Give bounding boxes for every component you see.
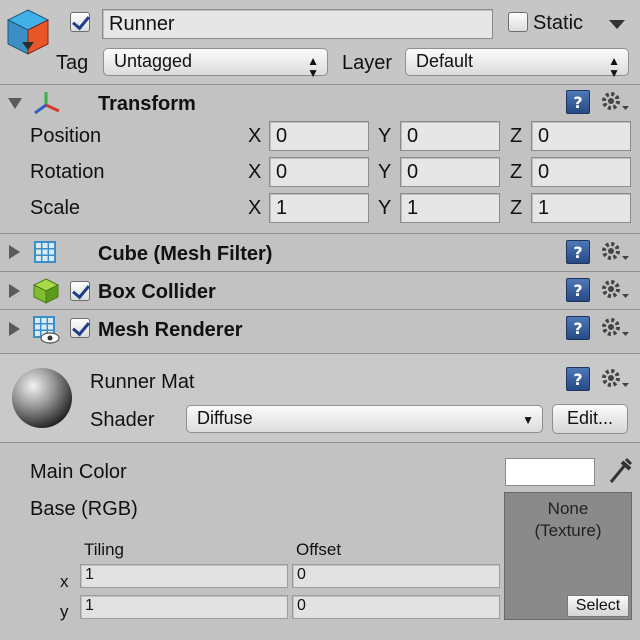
svg-text:?: ? (573, 319, 582, 338)
transform-help-icon[interactable]: ? (566, 90, 590, 114)
mesh-filter-help-icon[interactable]: ? (566, 240, 590, 264)
position-y-field[interactable]: 0 (400, 121, 500, 151)
texture-type-label: (Texture) (534, 521, 602, 540)
transform-foldout-arrow-icon[interactable] (8, 98, 22, 109)
svg-text:?: ? (573, 281, 582, 300)
divider (0, 271, 640, 272)
tiling-x-axis-label: x (60, 572, 69, 591)
mesh-filter-grid-icon (34, 241, 56, 263)
divider (0, 84, 640, 85)
shader-edit-button[interactable]: Edit... (552, 404, 628, 434)
mesh-renderer-grid-eye-icon (33, 316, 60, 344)
object-name-field[interactable]: Runner (102, 9, 493, 39)
transform-axes-icon (34, 92, 60, 115)
static-label: Static (533, 12, 584, 34)
shader-dropdown-arrow-icon: ▼ (522, 413, 534, 427)
texture-none-label: None (547, 499, 589, 518)
texture-select-button[interactable]: Select (567, 595, 629, 617)
mesh-renderer-enabled-checkbox[interactable] (70, 318, 90, 338)
svg-text:?: ? (573, 370, 582, 389)
material-preview-sphere (12, 368, 72, 428)
box-collider-cube-icon (32, 278, 60, 304)
mesh-filter-gear-icon[interactable] (600, 239, 630, 263)
tag-dropdown-arrows-icon: ▲ ▼ (307, 54, 319, 80)
main-color-swatch[interactable] (505, 458, 595, 486)
eyedropper-icon[interactable] (606, 456, 634, 486)
shader-value: Diffuse (197, 408, 253, 428)
scale-axis-y: Y (378, 197, 392, 219)
rotation-label: Rotation (30, 161, 105, 183)
position-label: Position (30, 125, 102, 147)
mesh-renderer-title[interactable]: Mesh Renderer (98, 318, 243, 342)
rotation-axis-z: Z (510, 161, 523, 183)
offset-y-field[interactable]: 0 (292, 595, 500, 619)
transform-gear-icon[interactable] (600, 89, 630, 113)
static-dropdown-arrow-icon[interactable] (608, 18, 626, 30)
tiling-x-field[interactable]: 1 (80, 564, 288, 588)
shader-dropdown[interactable]: Diffuse ▼ (186, 405, 543, 433)
main-color-label: Main Color (30, 461, 127, 483)
scale-y-field[interactable]: 1 (400, 193, 500, 223)
mesh-renderer-foldout-arrow-icon[interactable] (9, 322, 20, 336)
active-checkbox[interactable] (70, 12, 90, 32)
tiling-label: Tiling (84, 540, 124, 559)
material-help-icon[interactable]: ? (566, 367, 590, 391)
rotation-x-field[interactable]: 0 (269, 157, 369, 187)
box-collider-help-icon[interactable]: ? (566, 278, 590, 302)
mesh-renderer-help-icon[interactable]: ? (566, 316, 590, 340)
material-name: Runner Mat (90, 371, 195, 393)
tiling-y-axis-label: y (60, 602, 69, 621)
layer-dropdown[interactable]: Default ▲ ▼ (405, 48, 629, 80)
tag-label: Tag (56, 52, 89, 74)
rotation-y-field[interactable]: 0 (400, 157, 500, 187)
transform-title: Transform (98, 93, 196, 115)
scale-axis-z: Z (510, 197, 523, 219)
box-collider-enabled-checkbox[interactable] (70, 281, 90, 301)
scale-z-field[interactable]: 1 (531, 193, 631, 223)
svg-text:?: ? (573, 243, 582, 262)
position-x-field[interactable]: 0 (269, 121, 369, 151)
layer-dropdown-arrows-icon: ▲ ▼ (608, 54, 620, 80)
material-gear-icon[interactable] (600, 366, 630, 390)
divider (0, 442, 640, 443)
scale-label: Scale (30, 197, 81, 219)
box-collider-title[interactable]: Box Collider (98, 280, 216, 304)
svg-text:?: ? (573, 93, 582, 112)
tag-value: Untagged (114, 51, 193, 71)
layer-label: Layer (342, 52, 393, 74)
position-axis-y: Y (378, 125, 392, 147)
rotation-z-field[interactable]: 0 (531, 157, 631, 187)
box-collider-foldout-arrow-icon[interactable] (9, 284, 20, 298)
gameobject-cube-icon (6, 9, 50, 55)
base-rgb-label: Base (RGB) (30, 498, 138, 520)
mesh-filter-title[interactable]: Cube (Mesh Filter) (98, 242, 272, 266)
position-z-field[interactable]: 0 (531, 121, 631, 151)
divider (0, 233, 640, 234)
position-axis-x: X (248, 125, 262, 147)
mesh-filter-foldout-arrow-icon[interactable] (9, 245, 20, 259)
offset-label: Offset (296, 540, 342, 559)
texture-slot[interactable]: None (Texture) Select (504, 492, 632, 620)
static-checkbox[interactable] (508, 12, 528, 32)
rotation-axis-y: Y (378, 161, 392, 183)
tag-dropdown[interactable]: Untagged ▲ ▼ (103, 48, 328, 80)
rotation-axis-x: X (248, 161, 262, 183)
shader-label: Shader (90, 409, 155, 431)
scale-x-field[interactable]: 1 (269, 193, 369, 223)
tiling-y-field[interactable]: 1 (80, 595, 288, 619)
box-collider-gear-icon[interactable] (600, 277, 630, 301)
offset-x-field[interactable]: 0 (292, 564, 500, 588)
mesh-renderer-gear-icon[interactable] (600, 315, 630, 339)
layer-value: Default (416, 51, 474, 71)
scale-axis-x: X (248, 197, 262, 219)
position-axis-z: Z (510, 125, 523, 147)
divider (0, 309, 640, 310)
